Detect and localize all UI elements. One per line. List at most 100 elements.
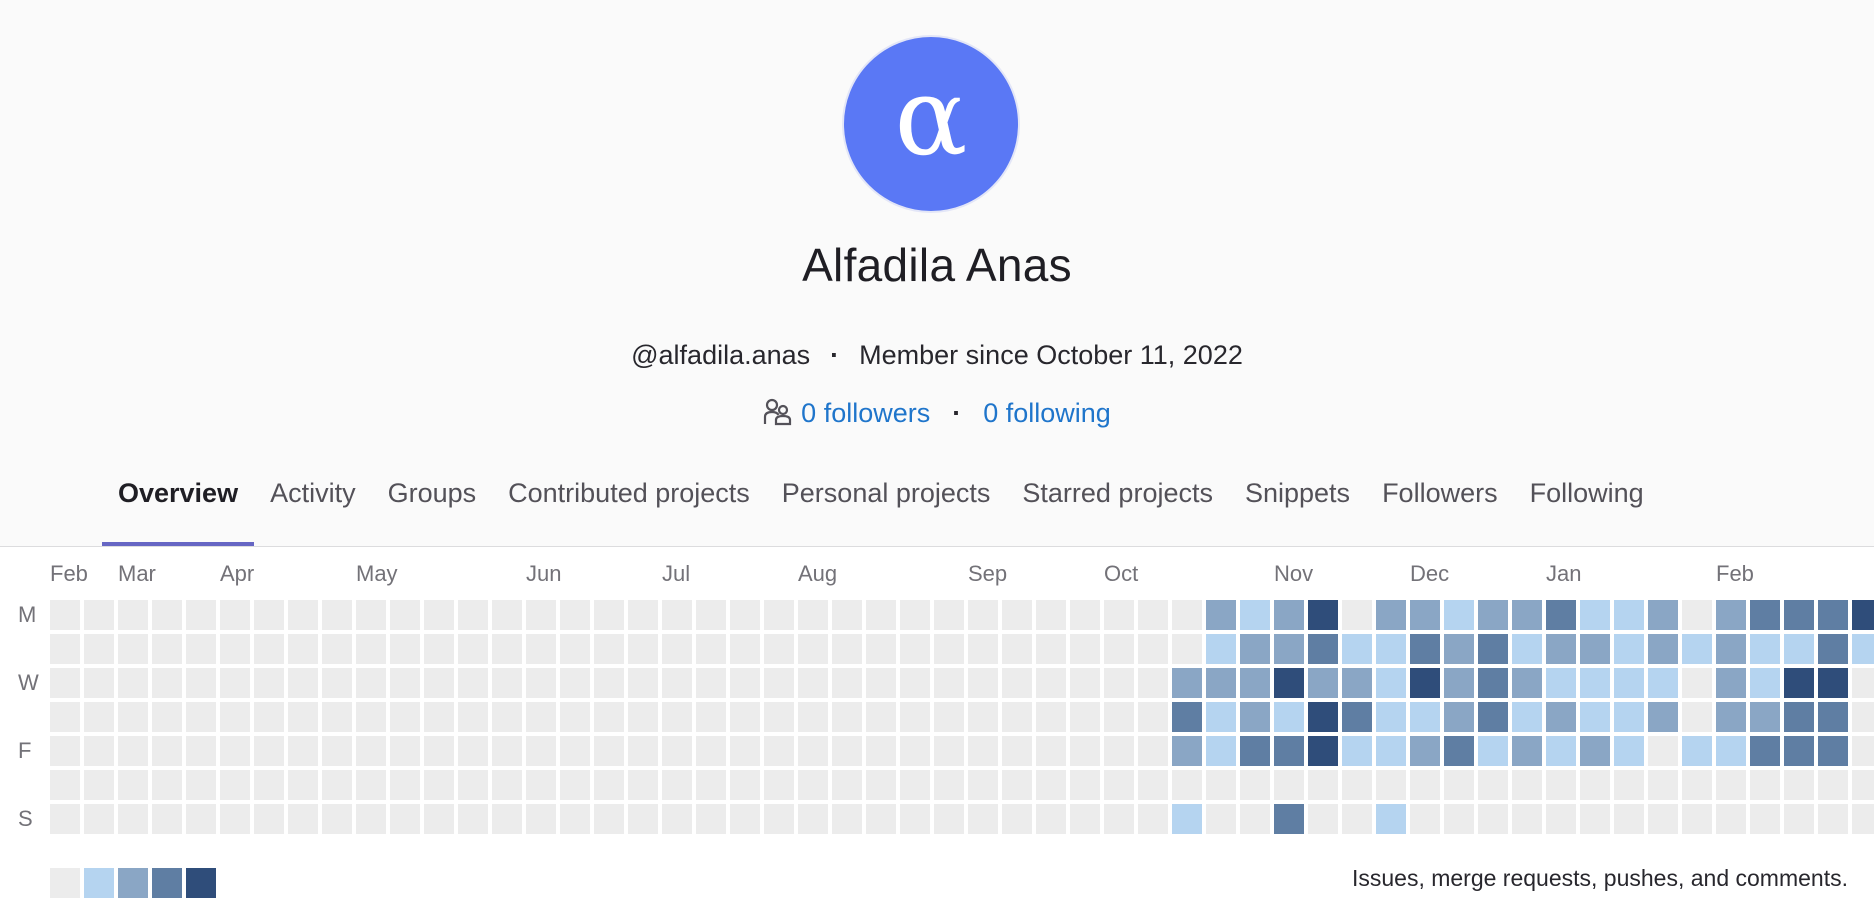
contribution-cell[interactable] (1342, 634, 1372, 664)
contribution-cell[interactable] (1852, 600, 1874, 630)
contribution-cell[interactable] (424, 702, 454, 732)
contribution-cell[interactable] (1138, 770, 1168, 800)
contribution-cell[interactable] (1682, 634, 1712, 664)
contribution-cell[interactable] (798, 736, 828, 766)
contribution-cell[interactable] (1716, 668, 1746, 698)
contribution-cell[interactable] (730, 804, 760, 834)
contribution-cell[interactable] (322, 600, 352, 630)
contribution-cell[interactable] (662, 702, 692, 732)
contribution-cell[interactable] (84, 736, 114, 766)
contribution-cell[interactable] (798, 634, 828, 664)
contribution-cell[interactable] (1376, 736, 1406, 766)
contribution-cell[interactable] (1308, 736, 1338, 766)
contribution-cell[interactable] (1716, 702, 1746, 732)
contribution-cell[interactable] (1070, 804, 1100, 834)
contribution-cell[interactable] (968, 736, 998, 766)
contribution-cell[interactable] (1716, 634, 1746, 664)
contribution-cell[interactable] (1172, 702, 1202, 732)
contribution-cell[interactable] (1308, 600, 1338, 630)
contribution-cell[interactable] (1274, 668, 1304, 698)
contribution-cell[interactable] (1206, 770, 1236, 800)
contribution-cell[interactable] (1614, 804, 1644, 834)
contribution-cell[interactable] (1274, 736, 1304, 766)
contribution-cell[interactable] (934, 804, 964, 834)
contribution-cell[interactable] (1206, 804, 1236, 834)
contribution-cell[interactable] (322, 702, 352, 732)
contribution-cell[interactable] (526, 634, 556, 664)
contribution-cell[interactable] (1070, 702, 1100, 732)
contribution-cell[interactable] (662, 736, 692, 766)
contribution-cell[interactable] (492, 770, 522, 800)
contribution-cell[interactable] (1682, 736, 1712, 766)
contribution-cell[interactable] (424, 634, 454, 664)
contribution-cell[interactable] (560, 736, 590, 766)
contribution-cell[interactable] (832, 770, 862, 800)
contribution-cell[interactable] (1036, 600, 1066, 630)
contribution-cell[interactable] (50, 600, 80, 630)
contribution-cell[interactable] (322, 804, 352, 834)
contribution-cell[interactable] (526, 600, 556, 630)
contribution-cell[interactable] (900, 600, 930, 630)
contribution-cell[interactable] (1002, 600, 1032, 630)
contribution-cell[interactable] (254, 702, 284, 732)
contribution-cell[interactable] (900, 804, 930, 834)
contribution-cell[interactable] (356, 804, 386, 834)
contribution-cell[interactable] (594, 600, 624, 630)
contribution-cell[interactable] (1648, 600, 1678, 630)
contribution-cell[interactable] (1546, 804, 1576, 834)
tab-contributed-projects[interactable]: Contributed projects (492, 466, 766, 546)
contribution-cell[interactable] (1478, 600, 1508, 630)
contribution-cell[interactable] (1002, 634, 1032, 664)
contribution-cell[interactable] (1716, 770, 1746, 800)
contribution-cell[interactable] (118, 600, 148, 630)
contribution-cell[interactable] (1580, 668, 1610, 698)
contribution-cell[interactable] (1614, 736, 1644, 766)
contribution-cell[interactable] (730, 736, 760, 766)
contribution-cell[interactable] (1444, 736, 1474, 766)
contribution-cell[interactable] (1648, 668, 1678, 698)
contribution-cell[interactable] (1002, 770, 1032, 800)
contribution-cell[interactable] (1104, 736, 1134, 766)
contribution-cell[interactable] (764, 804, 794, 834)
contribution-cell[interactable] (1784, 736, 1814, 766)
contribution-cell[interactable] (84, 634, 114, 664)
contribution-cell[interactable] (900, 702, 930, 732)
contribution-cell[interactable] (1036, 634, 1066, 664)
contribution-cell[interactable] (220, 668, 250, 698)
contribution-cell[interactable] (662, 668, 692, 698)
contribution-cell[interactable] (220, 736, 250, 766)
contribution-cell[interactable] (458, 668, 488, 698)
contribution-cell[interactable] (152, 634, 182, 664)
contribution-cell[interactable] (866, 804, 896, 834)
contribution-cell[interactable] (934, 634, 964, 664)
contribution-cell[interactable] (662, 804, 692, 834)
contribution-cell[interactable] (1410, 600, 1440, 630)
contribution-cell[interactable] (730, 770, 760, 800)
contribution-cell[interactable] (594, 804, 624, 834)
contribution-cell[interactable] (1784, 668, 1814, 698)
contribution-cell[interactable] (1070, 634, 1100, 664)
contribution-cell[interactable] (492, 736, 522, 766)
contribution-cell[interactable] (254, 634, 284, 664)
contribution-cell[interactable] (968, 770, 998, 800)
contribution-cell[interactable] (1070, 770, 1100, 800)
contribution-cell[interactable] (186, 736, 216, 766)
contribution-cell[interactable] (1614, 702, 1644, 732)
contribution-cell[interactable] (1512, 600, 1542, 630)
contribution-cell[interactable] (1240, 634, 1270, 664)
contribution-cell[interactable] (152, 668, 182, 698)
contribution-cell[interactable] (1614, 634, 1644, 664)
contribution-cell[interactable] (1818, 804, 1848, 834)
contribution-cell[interactable] (118, 736, 148, 766)
contribution-cell[interactable] (50, 770, 80, 800)
contribution-cell[interactable] (1682, 770, 1712, 800)
contribution-cell[interactable] (356, 736, 386, 766)
contribution-cell[interactable] (390, 702, 420, 732)
contribution-cell[interactable] (1852, 634, 1874, 664)
contribution-cell[interactable] (458, 804, 488, 834)
contribution-cell[interactable] (866, 770, 896, 800)
following-link[interactable]: 0 following (983, 398, 1111, 428)
tab-snippets[interactable]: Snippets (1229, 466, 1366, 546)
contribution-cell[interactable] (832, 600, 862, 630)
contribution-cell[interactable] (1240, 600, 1270, 630)
